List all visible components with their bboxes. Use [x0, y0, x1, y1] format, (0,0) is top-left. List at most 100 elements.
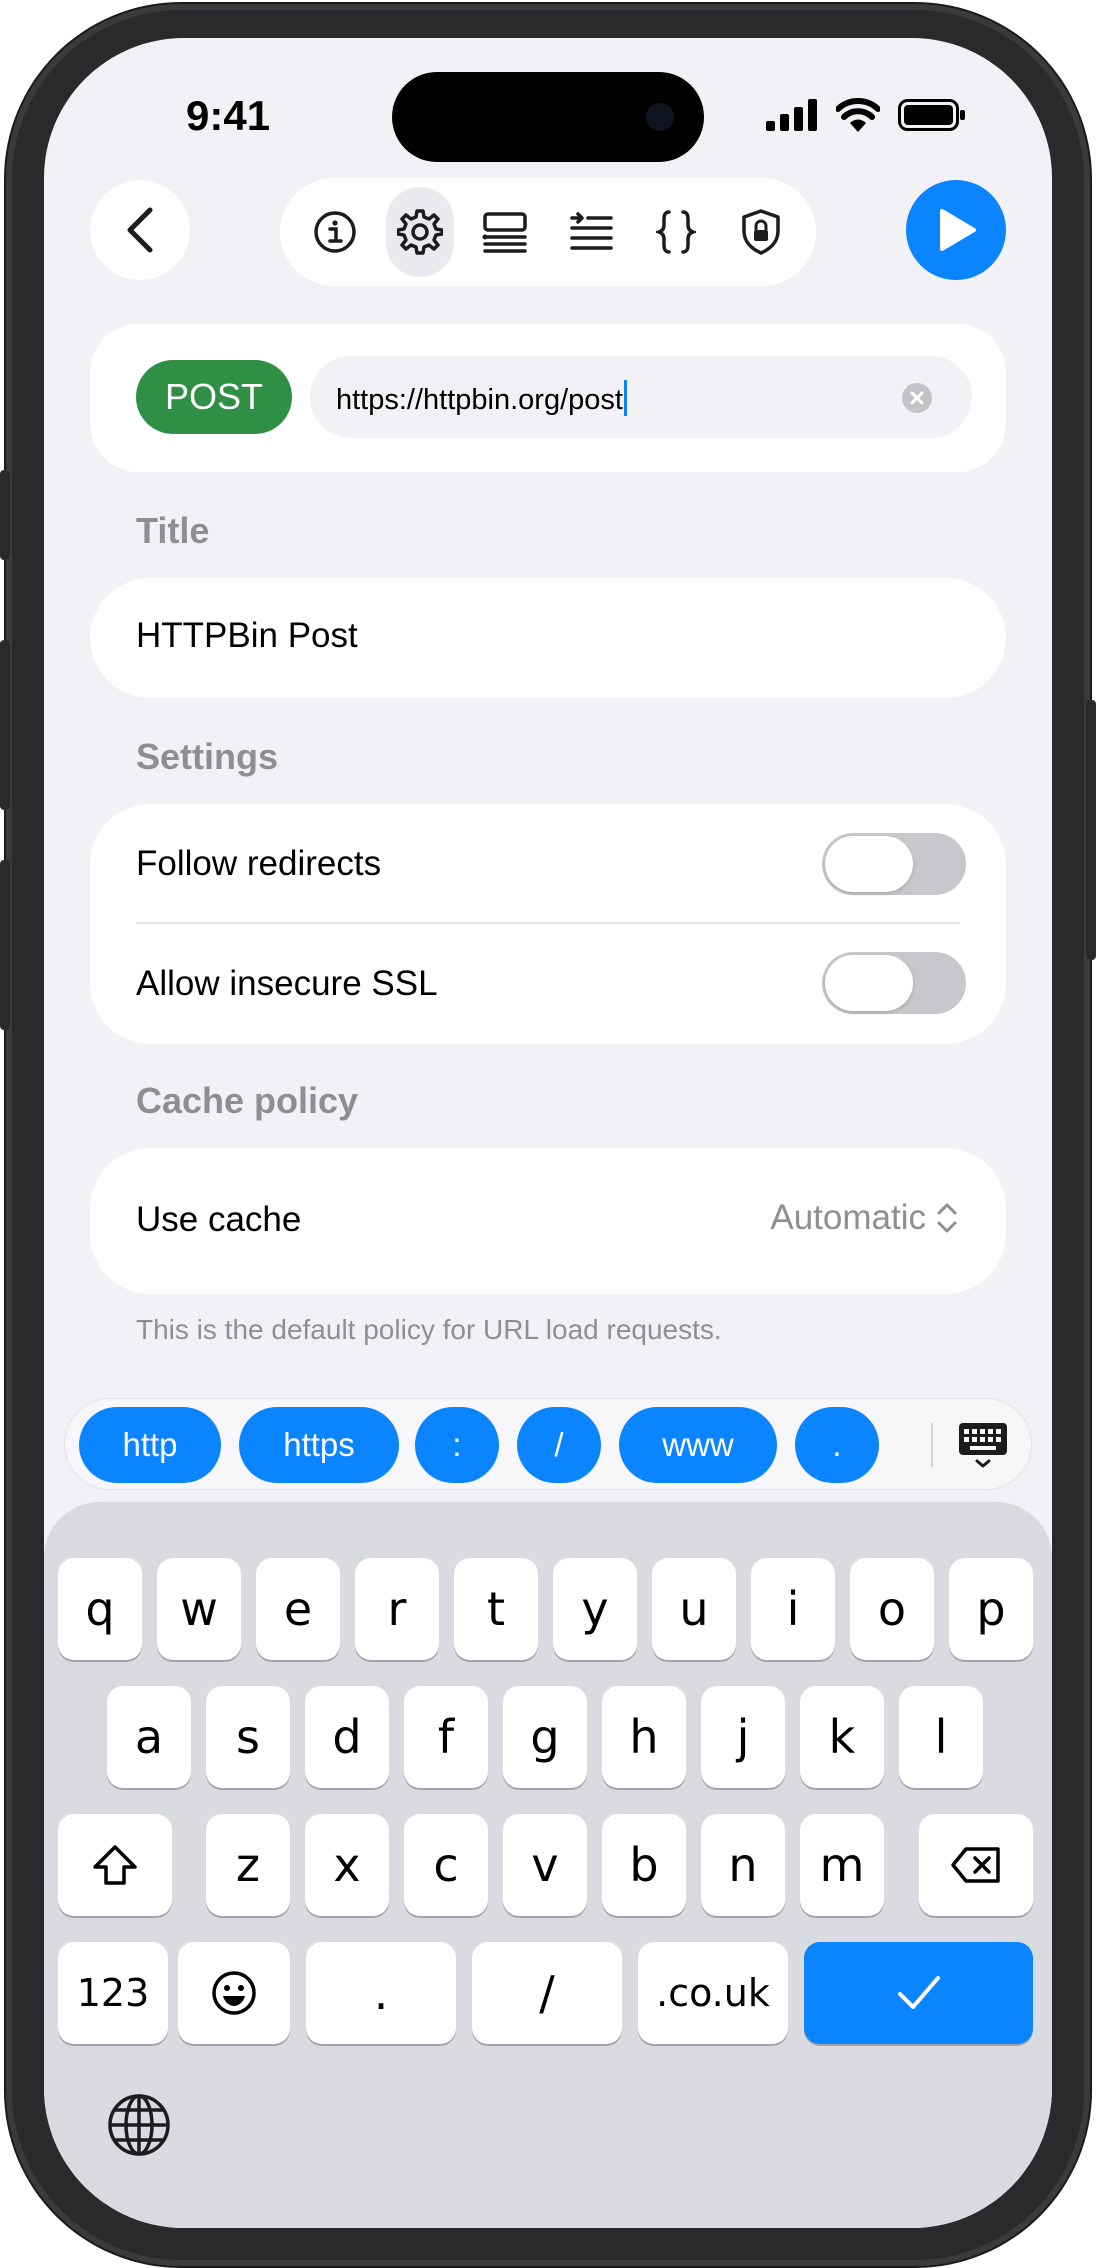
- settings-card: Follow redirects Allow insecure SSL: [90, 804, 1006, 1044]
- suggestion-chip[interactable]: https: [239, 1407, 399, 1483]
- key-f[interactable]: f: [404, 1686, 488, 1788]
- camera-icon: [646, 103, 674, 131]
- text-caret: [623, 380, 627, 416]
- url-value: https://httpbin.org/post: [336, 384, 623, 416]
- numbers-key[interactable]: 123: [58, 1942, 168, 2044]
- cellular-signal-icon: [766, 99, 817, 131]
- url-suggestion-bar: http https : / www .: [64, 1398, 1032, 1490]
- request-toolbar: [280, 178, 816, 286]
- key-r[interactable]: r: [355, 1558, 439, 1660]
- url-input[interactable]: https://httpbin.org/post: [310, 356, 972, 438]
- status-time: 9:41: [186, 92, 271, 139]
- allow-insecure-ssl-toggle[interactable]: [822, 952, 966, 1014]
- side-button: [1086, 700, 1096, 960]
- globe-icon[interactable]: [106, 2092, 172, 2158]
- toggle-knob: [825, 955, 913, 1011]
- chevron-left-icon: [127, 207, 153, 253]
- tab-body[interactable]: [642, 187, 710, 277]
- title-field[interactable]: HTTPBin Post: [90, 578, 1006, 698]
- tab-headers[interactable]: [557, 187, 625, 277]
- close-icon: [910, 391, 924, 405]
- suggestion-chip[interactable]: www: [619, 1407, 777, 1483]
- allow-insecure-ssl-label: Allow insecure SSL: [136, 964, 438, 1003]
- emoji-key[interactable]: [178, 1942, 290, 2044]
- follow-redirects-toggle[interactable]: [822, 833, 966, 895]
- key-p[interactable]: p: [949, 1558, 1033, 1660]
- tab-settings[interactable]: [385, 187, 454, 277]
- key-k[interactable]: k: [800, 1686, 884, 1788]
- key-e[interactable]: e: [256, 1558, 340, 1660]
- url-card: POST https://httpbin.org/post: [90, 324, 1006, 472]
- shield-lock-icon: [742, 209, 781, 255]
- key-i[interactable]: i: [751, 1558, 835, 1660]
- key-o[interactable]: o: [850, 1558, 934, 1660]
- suggestion-chip[interactable]: http: [79, 1407, 221, 1483]
- side-button: [0, 640, 10, 810]
- table-icon: [482, 212, 528, 253]
- checkmark-icon: [897, 1976, 940, 2009]
- gear-icon: [396, 209, 443, 255]
- suggestion-chip[interactable]: .: [795, 1407, 879, 1483]
- key-h[interactable]: h: [602, 1686, 686, 1788]
- done-key[interactable]: [804, 1942, 1033, 2044]
- toggle-knob: [825, 836, 913, 892]
- tab-auth[interactable]: [727, 187, 795, 277]
- key-a[interactable]: a: [107, 1686, 191, 1788]
- clear-url-button[interactable]: [902, 383, 932, 413]
- keyboard-dismiss-icon[interactable]: [957, 1421, 1009, 1469]
- key-x[interactable]: x: [305, 1814, 389, 1916]
- title-section-label: Title: [136, 510, 210, 551]
- status-icons: [766, 98, 966, 132]
- key-b[interactable]: b: [602, 1814, 686, 1916]
- domain-key[interactable]: .co.uk: [638, 1942, 788, 2044]
- shift-icon: [93, 1845, 137, 1885]
- key-dot[interactable]: .: [306, 1942, 456, 2044]
- backspace-icon: [951, 1847, 1000, 1883]
- settings-section-label: Settings: [136, 736, 279, 777]
- chevron-up-down-icon: [937, 1203, 957, 1233]
- key-s[interactable]: s: [206, 1686, 290, 1788]
- suggestion-separator: [931, 1423, 933, 1467]
- key-t[interactable]: t: [454, 1558, 538, 1660]
- back-button[interactable]: [90, 180, 190, 280]
- key-w[interactable]: w: [157, 1558, 241, 1660]
- send-request-button[interactable]: [906, 180, 1006, 280]
- follow-redirects-label: Follow redirects: [136, 844, 382, 883]
- key-z[interactable]: z: [206, 1814, 290, 1916]
- key-n[interactable]: n: [701, 1814, 785, 1916]
- key-c[interactable]: c: [404, 1814, 488, 1916]
- key-d[interactable]: d: [305, 1686, 389, 1788]
- key-y[interactable]: y: [553, 1558, 637, 1660]
- shift-key[interactable]: [58, 1814, 172, 1916]
- key-q[interactable]: q: [58, 1558, 142, 1660]
- emoji-icon: [212, 1971, 256, 2015]
- cache-footnote: This is the default policy for URL load …: [136, 1314, 722, 1345]
- cache-policy-value: Automatic: [770, 1198, 926, 1237]
- headers-icon: [569, 212, 613, 250]
- use-cache-label: Use cache: [136, 1200, 302, 1239]
- numbers-key-label: 123: [76, 1971, 150, 2015]
- tab-info[interactable]: [301, 187, 369, 277]
- title-value: HTTPBin Post: [136, 616, 358, 655]
- suggestion-chip[interactable]: :: [415, 1407, 499, 1483]
- key-v[interactable]: v: [503, 1814, 587, 1916]
- cache-card: Use cache Automatic: [90, 1148, 1006, 1294]
- method-button[interactable]: POST: [136, 360, 292, 434]
- play-icon: [940, 209, 976, 251]
- key-j[interactable]: j: [701, 1686, 785, 1788]
- row-divider: [136, 922, 960, 924]
- key-u[interactable]: u: [652, 1558, 736, 1660]
- domain-key-label: .co.uk: [656, 1971, 770, 2015]
- url-text-wrap: https://httpbin.org/post: [336, 380, 627, 417]
- tab-parameters[interactable]: [471, 187, 539, 277]
- dynamic-island: [392, 72, 704, 162]
- delete-key[interactable]: [919, 1814, 1033, 1916]
- key-g[interactable]: g: [503, 1686, 587, 1788]
- key-slash[interactable]: /: [472, 1942, 622, 2044]
- suggestion-chip[interactable]: /: [517, 1407, 601, 1483]
- wifi-icon: [836, 98, 880, 132]
- cache-policy-picker[interactable]: Automatic: [770, 1198, 958, 1238]
- key-m[interactable]: m: [800, 1814, 884, 1916]
- key-l[interactable]: l: [899, 1686, 983, 1788]
- side-button: [0, 860, 10, 1030]
